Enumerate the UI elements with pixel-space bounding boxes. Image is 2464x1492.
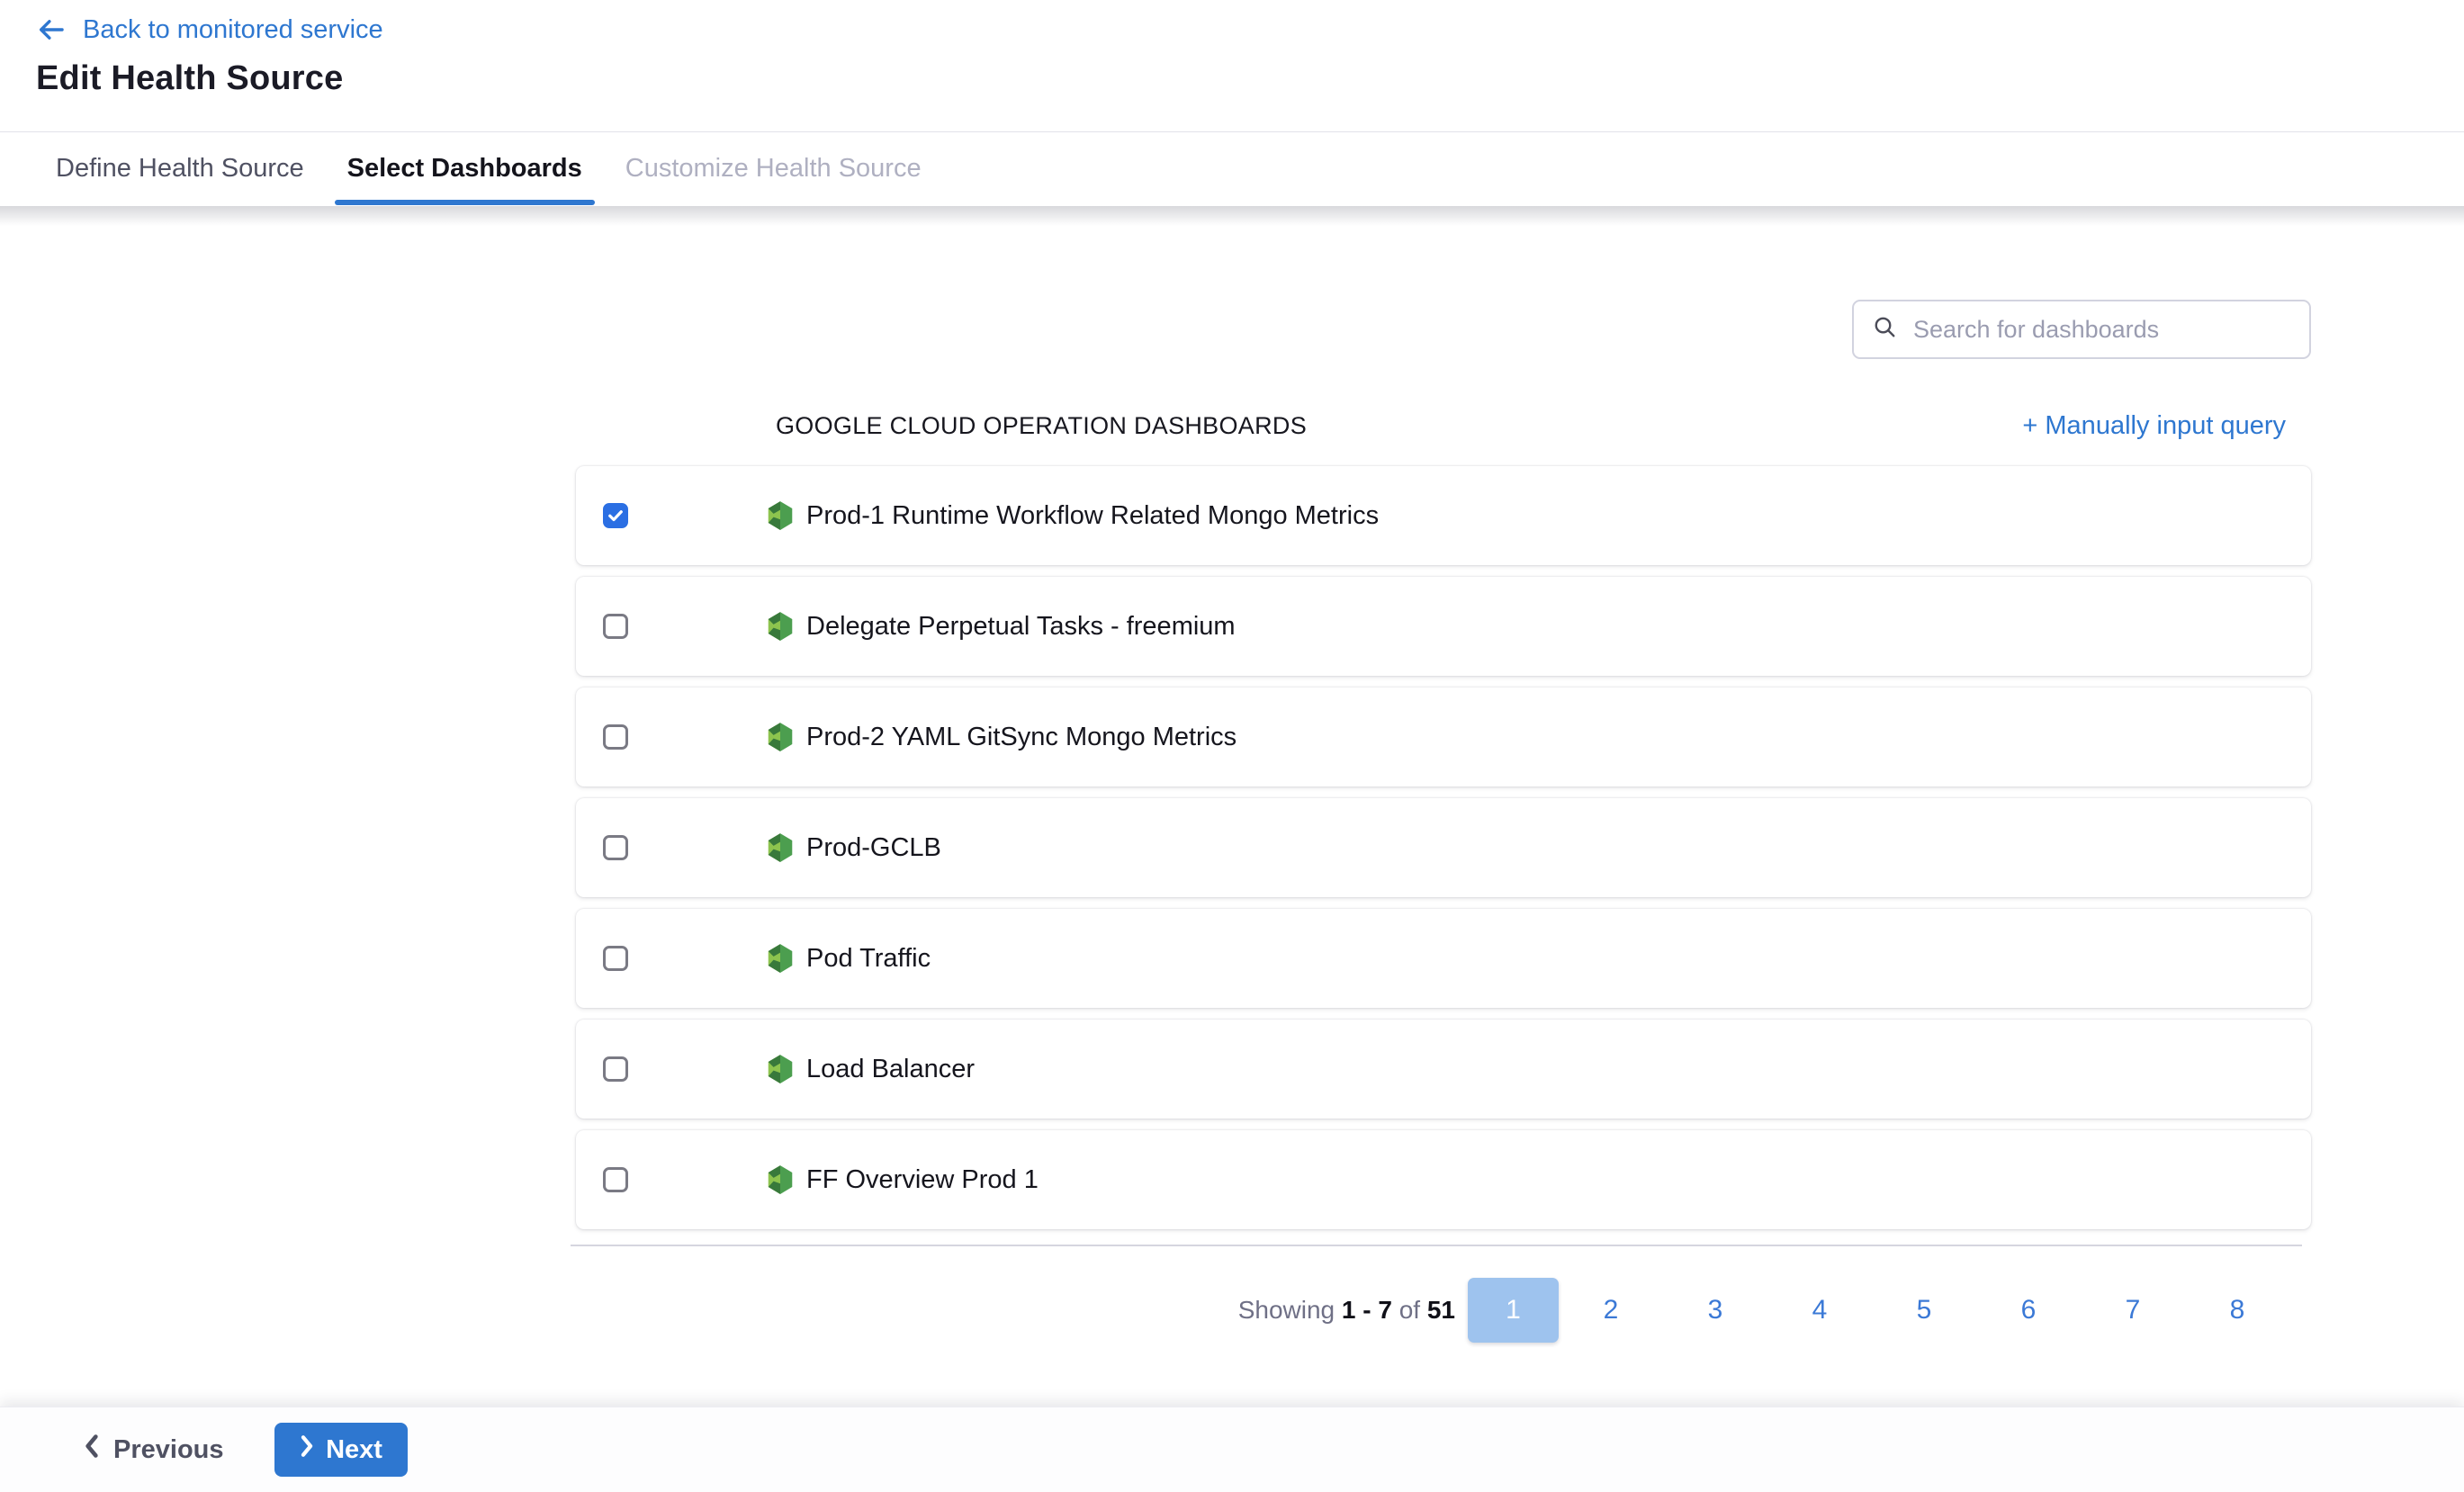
dashboard-hexagon-icon: [767, 611, 794, 642]
dashboard-name: Load Balancer: [806, 1055, 975, 1084]
dashboard-row[interactable]: Prod-2 YAML GitSync Mongo Metrics: [576, 688, 2311, 786]
dashboard-hexagon-icon: [767, 1054, 794, 1084]
dashboard-hexagon-icon: [767, 832, 794, 863]
page-link-2[interactable]: 2: [1559, 1295, 1663, 1326]
dashboard-name: Delegate Perpetual Tasks - freemium: [806, 612, 1236, 642]
dashboard-checkbox[interactable]: [603, 1056, 628, 1082]
wizard-footer: Previous Next: [0, 1407, 2464, 1492]
dashboard-row[interactable]: FF Overview Prod 1: [576, 1130, 2311, 1229]
page-link-4[interactable]: 4: [1767, 1295, 1872, 1326]
dashboard-row[interactable]: Prod-1 Runtime Workflow Related Mongo Me…: [576, 466, 2311, 565]
next-label: Next: [326, 1435, 382, 1465]
dashboard-name: FF Overview Prod 1: [806, 1165, 1039, 1195]
wizard-tab-bar: Define Health Source Select Dashboards C…: [0, 131, 2464, 205]
tab-define-health-source[interactable]: Define Health Source: [56, 132, 304, 205]
back-link-label: Back to monitored service: [83, 15, 383, 45]
dashboard-list-header: GOOGLE CLOUD OPERATION DASHBOARDS + Manu…: [576, 405, 2311, 446]
pagination-total: 51: [1427, 1296, 1455, 1324]
dashboard-list: Prod-1 Runtime Workflow Related Mongo Me…: [576, 466, 2311, 1229]
dashboard-checkbox[interactable]: [603, 835, 628, 860]
previous-button[interactable]: Previous: [83, 1434, 224, 1466]
pagination: Showing 1 - 7 of 51 12345678: [576, 1274, 2311, 1346]
page-button-active[interactable]: 1: [1468, 1278, 1559, 1343]
tab-select-dashboards[interactable]: Select Dashboards: [347, 132, 582, 205]
dashboard-checkbox[interactable]: [603, 614, 628, 639]
dashboard-checkbox[interactable]: [603, 946, 628, 971]
page-link-7[interactable]: 7: [2081, 1295, 2185, 1326]
dashboard-hexagon-icon: [767, 1164, 794, 1195]
dashboard-checkbox[interactable]: [603, 724, 628, 750]
dashboard-name: Prod-1 Runtime Workflow Related Mongo Me…: [806, 501, 1379, 531]
list-bottom-divider: [571, 1245, 2302, 1246]
chevron-left-icon: [83, 1434, 101, 1466]
tab-customize-health-source[interactable]: Customize Health Source: [625, 132, 922, 205]
dashboard-name: Prod-GCLB: [806, 833, 941, 863]
dashboard-name: Prod-2 YAML GitSync Mongo Metrics: [806, 723, 1236, 752]
dashboard-hexagon-icon: [767, 500, 794, 531]
page-link-8[interactable]: 8: [2185, 1295, 2289, 1326]
pagination-summary: Showing 1 - 7 of 51: [1238, 1296, 1455, 1325]
page-title: Edit Health Source: [36, 59, 343, 98]
previous-label: Previous: [113, 1435, 224, 1465]
page-header: Back to monitored service Edit Health So…: [0, 0, 2464, 131]
back-to-monitored-service-link[interactable]: Back to monitored service: [36, 14, 383, 45]
next-button[interactable]: Next: [274, 1423, 408, 1477]
pagination-range: 1 - 7: [1342, 1296, 1392, 1324]
dashboard-search-box: [1852, 300, 2311, 359]
back-arrow-icon: [36, 14, 67, 45]
page-link-6[interactable]: 6: [1976, 1295, 2081, 1326]
manually-input-query-link[interactable]: + Manually input query: [2022, 411, 2286, 441]
page-link-3[interactable]: 3: [1663, 1295, 1767, 1326]
dashboard-checkbox[interactable]: [603, 1167, 628, 1192]
dashboard-row[interactable]: Prod-GCLB: [576, 798, 2311, 897]
search-icon: [1872, 314, 1899, 346]
dashboard-checkbox[interactable]: [603, 503, 628, 528]
dashboard-row[interactable]: Delegate Perpetual Tasks - freemium: [576, 577, 2311, 676]
dashboard-row[interactable]: Pod Traffic: [576, 909, 2311, 1008]
dashboard-hexagon-icon: [767, 943, 794, 974]
edit-health-source-page: Back to monitored service Edit Health So…: [0, 0, 2464, 1492]
dashboard-row[interactable]: Load Balancer: [576, 1020, 2311, 1119]
dashboard-group-title: GOOGLE CLOUD OPERATION DASHBOARDS: [776, 412, 1307, 440]
dashboard-hexagon-icon: [767, 722, 794, 752]
dashboard-name: Pod Traffic: [806, 944, 931, 974]
search-input[interactable]: [1913, 316, 2291, 344]
page-link-5[interactable]: 5: [1872, 1295, 1976, 1326]
chevron-right-icon: [299, 1434, 315, 1465]
